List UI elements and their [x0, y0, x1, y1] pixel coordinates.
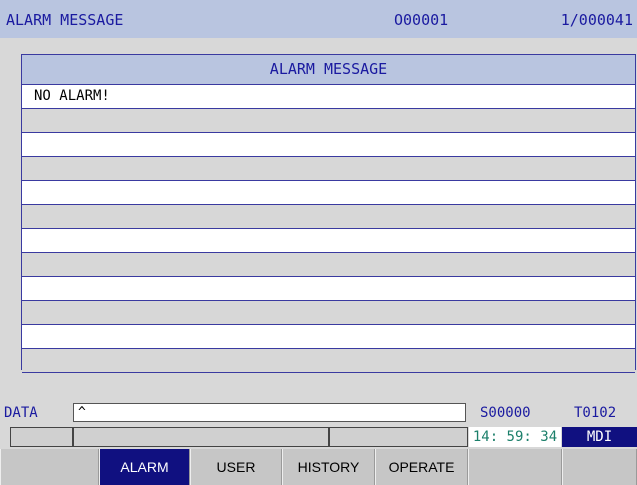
data-label: DATA [4, 405, 38, 421]
cnc-screen: ALARM MESSAGE O00001 1/000041 ALARM MESS… [0, 0, 637, 485]
status-cell-2 [73, 427, 329, 447]
alarm-row [22, 157, 635, 181]
alarm-row [22, 181, 635, 205]
status-row: 14: 59: 34 MDI [0, 427, 637, 447]
softkey-history[interactable]: HISTORY [282, 449, 375, 485]
alarm-row [22, 229, 635, 253]
tool-number-value: T0102 [574, 405, 617, 421]
alarm-row [22, 109, 635, 133]
alarm-row [22, 253, 635, 277]
alarm-row [22, 205, 635, 229]
alarm-row [22, 349, 635, 373]
alarm-row [22, 325, 635, 349]
alarm-row [22, 277, 635, 301]
alarm-list: ALARM MESSAGE NO ALARM! [21, 54, 636, 373]
page-indicator: 1/000041 [560, 11, 633, 29]
mode-indicator: MDI [562, 427, 637, 447]
spindle-speed-value: S00000 [480, 405, 531, 421]
softkey-bar: ALARM USER HISTORY OPERATE [0, 449, 637, 485]
softkey-user[interactable]: USER [190, 449, 282, 485]
softkey-operate[interactable]: OPERATE [375, 449, 468, 485]
softkey-alarm[interactable]: ALARM [99, 449, 190, 485]
data-input-row: DATA S00000 T0102 [0, 401, 637, 425]
status-cell-1 [10, 427, 73, 447]
page-title: ALARM MESSAGE [6, 11, 124, 29]
alarm-row [22, 133, 635, 157]
softkey-blank-right-2[interactable] [562, 449, 637, 485]
clock-display: 14: 59: 34 [469, 427, 561, 447]
title-bar: ALARM MESSAGE O00001 1/000041 [0, 0, 637, 38]
alarm-row [22, 301, 635, 325]
program-number: O00001 [394, 11, 449, 29]
data-input[interactable] [73, 403, 466, 422]
status-cell-3 [329, 427, 468, 447]
alarm-row: NO ALARM! [22, 85, 635, 109]
alarm-list-header: ALARM MESSAGE [22, 55, 635, 85]
softkey-blank-left[interactable] [0, 449, 99, 485]
softkey-blank-right-1[interactable] [468, 449, 562, 485]
